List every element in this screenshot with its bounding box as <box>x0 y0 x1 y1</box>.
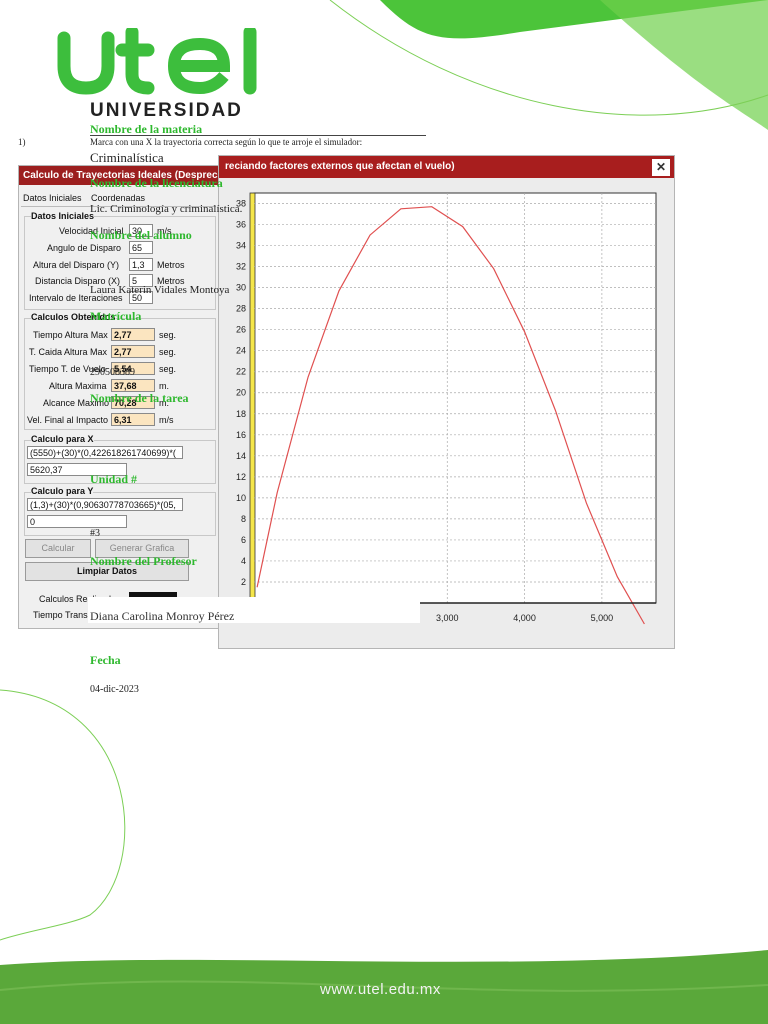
datos-iniciales-heading: Datos Iniciales <box>31 211 95 221</box>
x-tick-label: 3,000 <box>436 613 459 623</box>
licenciatura-value: Lic. Criminología y criminalística. <box>90 203 243 215</box>
y-tick-label: 6 <box>241 535 246 545</box>
x-tick-label: 4,000 <box>513 613 536 623</box>
question-number: 1) <box>18 137 26 147</box>
y-tick-label: 28 <box>236 304 246 314</box>
y-tick-label: 32 <box>236 262 246 272</box>
tcaida-label: T. Caida Altura Max <box>29 347 108 357</box>
y-tick-label: 24 <box>236 346 246 356</box>
footer-url[interactable]: www.utel.edu.mx <box>320 981 441 998</box>
logo-subtitle: UNIVERSIDAD <box>90 100 243 121</box>
unidad-label: Unidad # <box>90 472 138 486</box>
y-tick-label: 26 <box>236 325 246 335</box>
y-tick-label: 2 <box>241 577 246 587</box>
profesor-value: Diana Carolina Monroy Pérez <box>90 609 235 623</box>
y-tick-label: 10 <box>236 493 246 503</box>
y-tick-label: 12 <box>236 472 246 482</box>
unidad-value: #3 <box>90 528 100 539</box>
tcaida-output: 2,77 <box>111 345 155 358</box>
calcy-result-field[interactable]: 0 <box>27 515 127 528</box>
tab-coordenadas[interactable]: Coordenadas <box>91 193 145 203</box>
y-axis-bar <box>249 192 256 604</box>
fecha-value: 04-dic-2023 <box>90 684 139 695</box>
altura-input[interactable]: 1,3 <box>129 258 153 271</box>
vfinal-unit: m/s <box>159 415 174 425</box>
tmax-unit: seg. <box>159 330 177 340</box>
calcx-heading: Calculo para X <box>31 434 94 444</box>
angulo-label: Angulo de Disparo <box>47 243 122 253</box>
materia-value: Criminalística <box>90 150 164 165</box>
alumno-label: Nombre del alumno <box>90 228 192 242</box>
y-tick-label: 36 <box>236 220 246 230</box>
tab-datos-iniciales[interactable]: Datos Iniciales <box>23 193 82 203</box>
x-tick-label: 5,000 <box>591 613 614 623</box>
vfinal-output: 6,31 <box>111 413 155 426</box>
trajectory-chart: 24681012141618202224262830323436383,000 4… <box>236 192 657 625</box>
y-tick-label: 8 <box>241 514 246 524</box>
y-tick-label: 22 <box>236 367 246 377</box>
y-tick-label: 30 <box>236 283 246 293</box>
tmax-output: 2,77 <box>111 328 155 341</box>
tvuelo-unit: seg. <box>159 364 177 374</box>
tcaida-unit: seg. <box>159 347 177 357</box>
hmax-unit: m. <box>159 381 169 391</box>
licenciatura-label: Nombre de la licenciatura <box>90 176 223 190</box>
tmax-label: Tiempo Altura Max <box>33 330 108 340</box>
calcular-button[interactable]: Calcular <box>25 539 91 558</box>
vfinal-label: Vel. Final al Impacto <box>27 415 109 425</box>
altura-label: Altura del Disparo (Y) <box>33 260 120 270</box>
y-tick-label: 4 <box>241 556 246 566</box>
matricula-label: Matrícula <box>90 309 142 323</box>
fecha-label: Fecha <box>90 653 121 667</box>
plot-area <box>253 192 657 604</box>
y-tick-label: 34 <box>236 241 246 251</box>
calcy-formula-field[interactable]: (1,3)+(30)*(0,90630778703665)*(05, <box>27 498 183 511</box>
y-tick-label: 18 <box>236 409 246 419</box>
hmax-label: Altura Maxima <box>49 381 107 391</box>
materia-label: Nombre de la materia <box>90 122 203 136</box>
y-tick-label: 14 <box>236 451 246 461</box>
question-text: Marca con una X la trayectoria correcta … <box>90 137 363 147</box>
profesor-label: Nombre del Profesor <box>90 554 197 568</box>
calcx-formula-field[interactable]: (5550)+(30)*(0,422618261740699)*( <box>27 446 183 459</box>
calcy-heading: Calculo para Y <box>31 486 94 496</box>
utel-logo <box>57 28 257 95</box>
y-tick-label: 20 <box>236 388 246 398</box>
alumno-value: Laura Katerin Vidales Montoya <box>90 284 230 296</box>
y-tick-label: 16 <box>236 430 246 440</box>
matricula-value: 290508389 <box>90 367 135 378</box>
tarea-label: Nombre de la tarea <box>90 391 189 405</box>
altura-unit: Metros <box>157 260 185 270</box>
